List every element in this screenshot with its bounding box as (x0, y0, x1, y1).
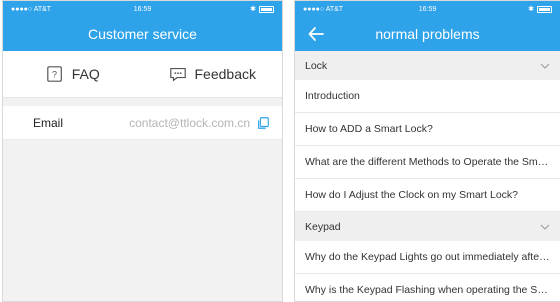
copy-icon[interactable] (256, 116, 270, 130)
faq-item[interactable]: How to ADD a Smart Lock? (295, 113, 560, 146)
section-title: Lock (305, 59, 328, 72)
status-time: 16:59 (418, 5, 437, 13)
feedback-icon (169, 68, 186, 82)
battery-icon (259, 5, 274, 13)
chevron-down-icon (540, 224, 550, 230)
status-bar: ●●●●○ AT&T 16:59 ✱ (295, 1, 560, 17)
faq-item[interactable]: How do I Adjust the Clock on my Smart Lo… (295, 179, 560, 212)
faq-icon: ? (46, 66, 62, 82)
status-time: 16:59 (133, 5, 152, 13)
nav-bar: normal problems (295, 17, 560, 51)
email-row: Email contact@ttlock.com.cn (3, 106, 282, 140)
faq-item[interactable]: Introduction (295, 80, 560, 113)
feedback-label: Feedback (194, 66, 256, 82)
faq-item[interactable]: Why is the Keypad Flashing when operatin… (295, 274, 560, 301)
page-title: Customer service (88, 26, 197, 42)
battery-icon (537, 5, 552, 13)
status-bar: ●●●●○ AT&T 16:59 ✱ (3, 1, 282, 17)
faq-item-label: What are the different Methods to Operat… (305, 156, 550, 168)
faq-button[interactable]: ? FAQ (3, 65, 143, 83)
page-title: normal problems (375, 26, 480, 42)
email-label: Email (33, 115, 64, 130)
back-arrow-icon[interactable] (307, 25, 325, 43)
support-options: ? FAQ Feedback (3, 51, 282, 98)
normal-problems-screen: ●●●●○ AT&T 16:59 ✱ normal problems Lock … (294, 0, 560, 302)
faq-item[interactable]: What are the different Methods to Operat… (295, 146, 560, 179)
faq-label: FAQ (71, 66, 100, 82)
customer-service-screen: ●●●●○ AT&T 16:59 ✱ Customer service ? FA… (2, 0, 283, 302)
nav-bar: Customer service (3, 17, 282, 51)
chevron-down-icon (540, 63, 550, 69)
faq-item-label: How do I Adjust the Clock on my Smart Lo… (305, 189, 519, 201)
section-title: Keypad (305, 220, 341, 233)
faq-section-keypad[interactable]: Keypad (295, 212, 560, 241)
svg-text:?: ? (52, 70, 57, 80)
faq-item-label: Why do the Keypad Lights go out immediat… (305, 251, 550, 263)
feedback-button[interactable]: Feedback (143, 65, 283, 83)
faq-item-label: Introduction (305, 90, 360, 102)
faq-list: Lock Introduction How to ADD a Smart Loc… (295, 51, 560, 301)
faq-item[interactable]: Why do the Keypad Lights go out immediat… (295, 241, 560, 274)
faq-section-lock[interactable]: Lock (295, 51, 560, 80)
faq-item-label: Why is the Keypad Flashing when operatin… (305, 284, 550, 296)
faq-item-label: How to ADD a Smart Lock? (305, 123, 433, 135)
email-value: contact@ttlock.com.cn (129, 115, 250, 130)
